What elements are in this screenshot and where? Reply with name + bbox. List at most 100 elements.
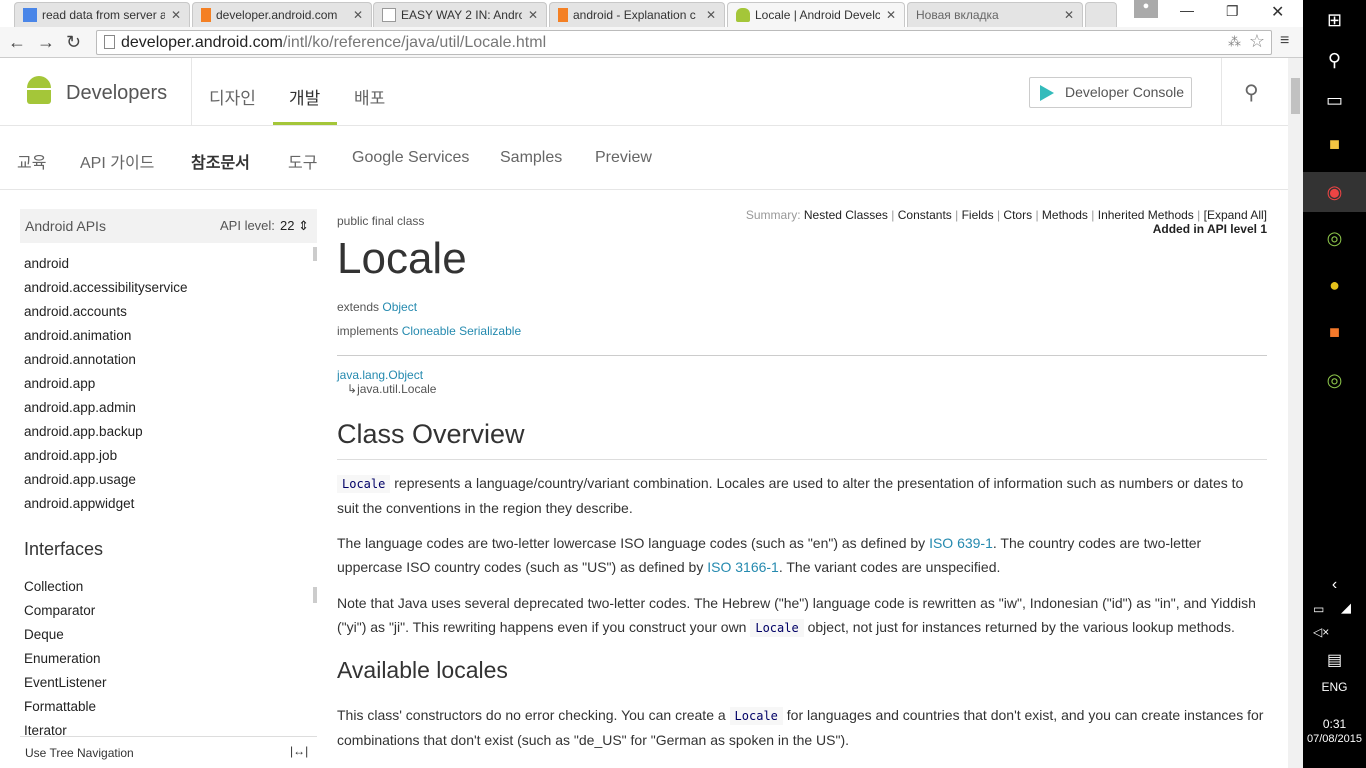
- menu-icon[interactable]: ≡: [1280, 32, 1289, 50]
- api-level-select[interactable]: 22 ⇕: [280, 218, 309, 234]
- interface-link[interactable]: Comparator: [20, 599, 310, 623]
- search-icon[interactable]: ⚲: [1303, 40, 1366, 80]
- interface-scrollbar[interactable]: [313, 587, 317, 603]
- subnav-training[interactable]: 교육: [17, 149, 46, 173]
- package-link[interactable]: android.app.admin: [20, 396, 317, 420]
- summary-methods[interactable]: Methods: [1042, 208, 1088, 222]
- language-indicator[interactable]: ENG: [1303, 680, 1366, 694]
- summary-inherited-methods[interactable]: Inherited Methods: [1098, 208, 1194, 222]
- subnav-tools[interactable]: 도구: [288, 149, 317, 173]
- chrome-icon[interactable]: ◉: [1303, 172, 1366, 212]
- close-icon[interactable]: ✕: [1064, 8, 1074, 22]
- close-icon[interactable]: ✕: [171, 8, 181, 22]
- profile-icon[interactable]: ●: [1134, 0, 1158, 18]
- search-icon[interactable]: ⚲: [1244, 80, 1259, 105]
- summary-nested-classes[interactable]: Nested Classes: [804, 208, 888, 222]
- subnav-api-guides[interactable]: API 가이드: [80, 149, 154, 173]
- api-level-added: Added in API level 1: [1152, 222, 1267, 236]
- interface-link[interactable]: Enumeration: [20, 647, 310, 671]
- package-scrollbar[interactable]: [313, 247, 317, 261]
- battery-icon[interactable]: ▭: [1313, 602, 1324, 616]
- wifi-icon[interactable]: ◢: [1341, 600, 1351, 616]
- new-tab-button[interactable]: [1085, 2, 1117, 27]
- interface-link[interactable]: Collection: [20, 575, 310, 599]
- java-lang-object-link[interactable]: java.lang.Object: [337, 368, 423, 382]
- summary-fields[interactable]: Fields: [962, 208, 994, 222]
- package-link[interactable]: android.accessibilityservice: [20, 276, 317, 300]
- bookmark-star-icon[interactable]: ☆: [1249, 31, 1265, 52]
- nav-develop[interactable]: 개발: [289, 84, 320, 109]
- page-icon: [382, 8, 396, 22]
- xampp-icon[interactable]: ■: [1303, 312, 1366, 352]
- page-scrollbar[interactable]: [1288, 58, 1303, 768]
- clock-time[interactable]: 0:31: [1303, 717, 1366, 731]
- summary-ctors[interactable]: Ctors: [1003, 208, 1032, 222]
- tab-developer-android[interactable]: developer.android.com ✕: [192, 2, 372, 27]
- show-hidden-icons-chevron-icon[interactable]: ‹: [1303, 565, 1366, 605]
- android-studio-icon[interactable]: ◎: [1303, 218, 1366, 258]
- object-link[interactable]: Object: [382, 300, 417, 314]
- tab-easy-way[interactable]: EASY WAY 2 IN: Androi ✕: [373, 2, 547, 27]
- translate-icon[interactable]: ⁂: [1228, 34, 1241, 50]
- package-link[interactable]: android.app.usage: [20, 468, 317, 492]
- tab-read-data[interactable]: read data from server a ✕: [14, 2, 190, 27]
- tree-nav-bar: Use Tree Navigation |↔|: [20, 736, 317, 767]
- package-link[interactable]: android.app.backup: [20, 420, 317, 444]
- iso-3166-link[interactable]: ISO 3166-1: [707, 559, 779, 575]
- interface-link[interactable]: Formattable: [20, 695, 310, 719]
- summary-constants[interactable]: Constants: [898, 208, 952, 222]
- interface-link[interactable]: Deque: [20, 623, 310, 647]
- subnav-preview[interactable]: Preview: [595, 149, 652, 167]
- package-link[interactable]: android: [20, 252, 317, 276]
- subnav-reference[interactable]: 참조문서: [191, 149, 250, 173]
- expand-all-link[interactable]: [Expand All]: [1204, 208, 1267, 222]
- resize-handle-icon[interactable]: |↔|: [290, 744, 308, 758]
- extends-label: extends: [337, 300, 380, 314]
- clock-date[interactable]: 07/08/2015: [1303, 733, 1366, 745]
- package-link[interactable]: android.annotation: [20, 348, 317, 372]
- nav-distribute[interactable]: 배포: [354, 84, 385, 109]
- windows-start-icon[interactable]: ⊞: [1303, 0, 1366, 40]
- package-link[interactable]: android.accounts: [20, 300, 317, 324]
- action-center-icon[interactable]: ▤: [1303, 640, 1366, 680]
- subnav-samples[interactable]: Samples: [500, 149, 562, 167]
- interface-link[interactable]: EventListener: [20, 671, 310, 695]
- page-icon: [104, 35, 115, 49]
- use-tree-navigation-link[interactable]: Use Tree Navigation: [25, 746, 134, 760]
- android-studio-icon[interactable]: ◎: [1303, 360, 1366, 400]
- implements-link[interactable]: Cloneable Serializable: [402, 324, 521, 338]
- nav-design[interactable]: 디자인: [209, 84, 256, 109]
- scrollbar-thumb[interactable]: [1291, 78, 1300, 114]
- mute-icon[interactable]: ◁×: [1313, 625, 1329, 639]
- package-link[interactable]: android.app: [20, 372, 317, 396]
- tab-locale[interactable]: Locale | Android Develc ✕: [727, 2, 905, 27]
- close-icon[interactable]: ✕: [353, 8, 363, 22]
- close-icon[interactable]: ✕: [528, 8, 538, 22]
- close-icon[interactable]: ✕: [886, 8, 896, 22]
- android-logo-icon[interactable]: [25, 76, 53, 108]
- package-link[interactable]: android.app.job: [20, 444, 317, 468]
- task-view-icon[interactable]: ▭: [1303, 80, 1366, 120]
- restore-button[interactable]: ❐: [1226, 3, 1239, 20]
- tab-new[interactable]: Новая вкладка ✕: [907, 2, 1083, 27]
- developer-console-button[interactable]: Developer Console: [1029, 77, 1192, 108]
- class-hierarchy: java.lang.Object ↳java.util.Locale: [337, 368, 436, 396]
- tab-android-explanation[interactable]: android - Explanation c ✕: [549, 2, 725, 27]
- close-icon[interactable]: ✕: [706, 8, 716, 22]
- subnav-google-services[interactable]: Google Services: [352, 149, 469, 167]
- brand-name[interactable]: Developers: [66, 82, 167, 105]
- minimize-button[interactable]: —: [1180, 2, 1194, 18]
- iso-639-link[interactable]: ISO 639-1: [929, 535, 993, 551]
- close-window-button[interactable]: ✕: [1271, 2, 1284, 22]
- package-link[interactable]: android.appwidget: [20, 492, 317, 516]
- hs-app-icon[interactable]: ●: [1303, 265, 1366, 305]
- back-button[interactable]: ←: [8, 32, 26, 53]
- interface-link[interactable]: Iterator: [20, 719, 310, 735]
- file-explorer-icon[interactable]: ■: [1303, 124, 1366, 164]
- forward-button[interactable]: →: [37, 32, 55, 53]
- hierarchy-child: ↳java.util.Locale: [347, 382, 437, 396]
- url-input[interactable]: developer.android.com/intl/ko/reference/…: [96, 30, 1272, 55]
- reload-button[interactable]: ↻: [66, 32, 81, 53]
- available-locales-heading: Available locales: [337, 657, 508, 683]
- package-link[interactable]: android.animation: [20, 324, 317, 348]
